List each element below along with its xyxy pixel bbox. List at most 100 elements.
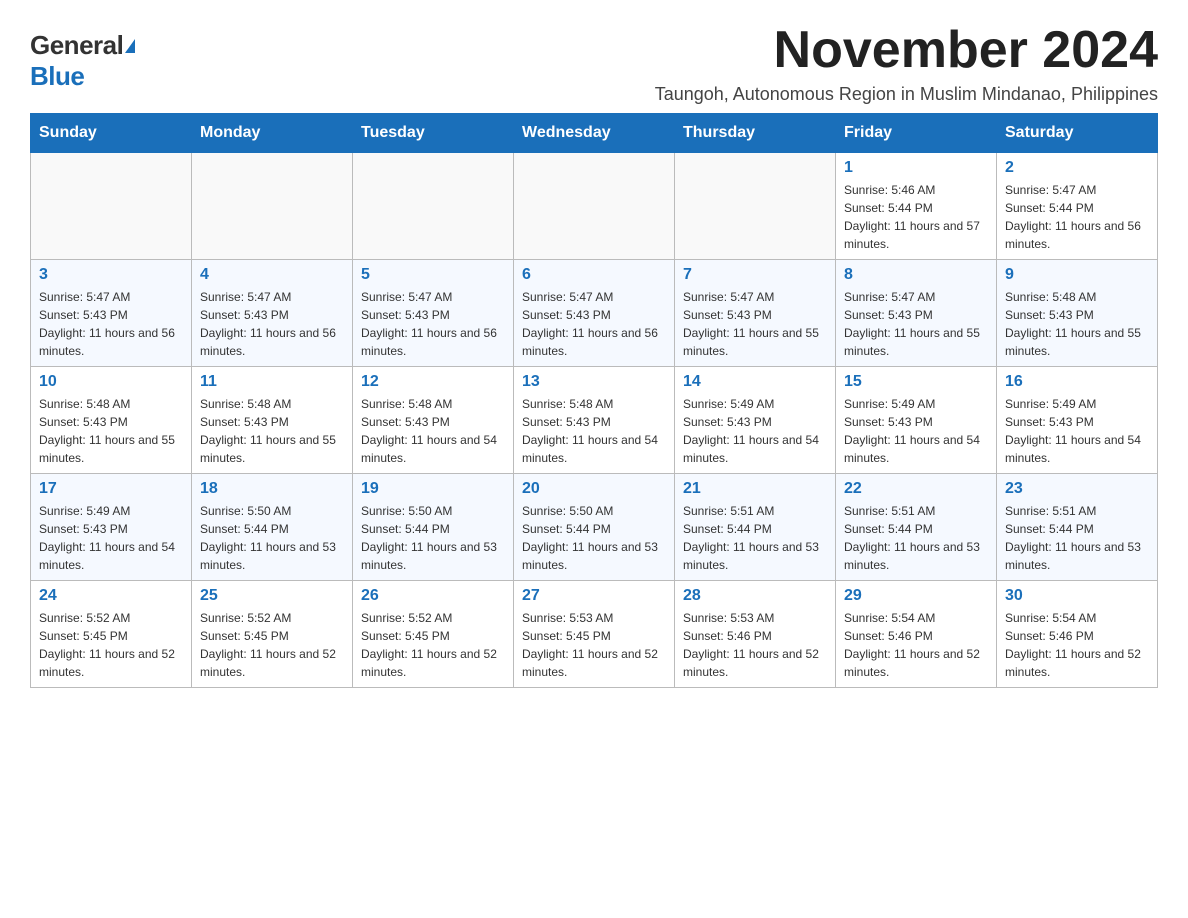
day-number-30: 30	[1005, 587, 1149, 605]
day-number-3: 3	[39, 266, 183, 284]
day-number-2: 2	[1005, 159, 1149, 177]
day-info-14: Sunrise: 5:49 AM Sunset: 5:43 PM Dayligh…	[683, 395, 827, 467]
day-number-27: 27	[522, 587, 666, 605]
calendar-cell-w2-d5: 7 Sunrise: 5:47 AM Sunset: 5:43 PM Daylig…	[675, 260, 836, 367]
header-sunday: Sunday	[31, 114, 192, 153]
header-saturday: Saturday	[997, 114, 1158, 153]
day-info-30: Sunrise: 5:54 AM Sunset: 5:46 PM Dayligh…	[1005, 609, 1149, 681]
calendar-body: 1 Sunrise: 5:46 AM Sunset: 5:44 PM Daylig…	[31, 153, 1158, 688]
day-info-16: Sunrise: 5:49 AM Sunset: 5:43 PM Dayligh…	[1005, 395, 1149, 467]
calendar-cell-w1-d7: 2 Sunrise: 5:47 AM Sunset: 5:44 PM Daylig…	[997, 153, 1158, 260]
day-info-27: Sunrise: 5:53 AM Sunset: 5:45 PM Dayligh…	[522, 609, 666, 681]
logo-general-text: General	[30, 30, 123, 61]
calendar-cell-w3-d4: 13 Sunrise: 5:48 AM Sunset: 5:43 PM Dayli…	[514, 367, 675, 474]
day-number-21: 21	[683, 480, 827, 498]
day-number-6: 6	[522, 266, 666, 284]
calendar-cell-w3-d5: 14 Sunrise: 5:49 AM Sunset: 5:43 PM Dayli…	[675, 367, 836, 474]
day-number-5: 5	[361, 266, 505, 284]
day-number-12: 12	[361, 373, 505, 391]
day-info-13: Sunrise: 5:48 AM Sunset: 5:43 PM Dayligh…	[522, 395, 666, 467]
calendar-cell-w4-d5: 21Sunrise: 5:51 AM Sunset: 5:44 PM Dayli…	[675, 474, 836, 581]
day-number-20: 20	[522, 480, 666, 498]
day-number-25: 25	[200, 587, 344, 605]
calendar-cell-w4-d3: 19Sunrise: 5:50 AM Sunset: 5:44 PM Dayli…	[353, 474, 514, 581]
location-subtitle: Taungoh, Autonomous Region in Muslim Min…	[655, 84, 1158, 105]
day-number-7: 7	[683, 266, 827, 284]
calendar-cell-w5-d5: 28 Sunrise: 5:53 AM Sunset: 5:46 PM Dayli…	[675, 581, 836, 688]
day-info-12: Sunrise: 5:48 AM Sunset: 5:43 PM Dayligh…	[361, 395, 505, 467]
day-number-28: 28	[683, 587, 827, 605]
day-number-16: 16	[1005, 373, 1149, 391]
day-number-19: 19	[361, 480, 505, 498]
calendar-cell-w5-d4: 27 Sunrise: 5:53 AM Sunset: 5:45 PM Dayli…	[514, 581, 675, 688]
day-info-15: Sunrise: 5:49 AM Sunset: 5:43 PM Dayligh…	[844, 395, 988, 467]
day-info-3: Sunrise: 5:47 AM Sunset: 5:43 PM Dayligh…	[39, 288, 183, 360]
calendar-cell-w4-d2: 18 Sunrise: 5:50 AM Sunset: 5:44 PM Dayli…	[192, 474, 353, 581]
day-info-10: Sunrise: 5:48 AM Sunset: 5:43 PM Dayligh…	[39, 395, 183, 467]
day-info-18: Sunrise: 5:50 AM Sunset: 5:44 PM Dayligh…	[200, 502, 344, 574]
day-info-1: Sunrise: 5:46 AM Sunset: 5:44 PM Dayligh…	[844, 181, 988, 253]
day-number-22: 22	[844, 480, 988, 498]
calendar-cell-w3-d2: 11 Sunrise: 5:48 AM Sunset: 5:43 PM Dayli…	[192, 367, 353, 474]
day-number-1: 1	[844, 159, 988, 177]
calendar-cell-w1-d4	[514, 153, 675, 260]
header-row: Sunday Monday Tuesday Wednesday Thursday…	[31, 114, 1158, 153]
day-info-11: Sunrise: 5:48 AM Sunset: 5:43 PM Dayligh…	[200, 395, 344, 467]
header-monday: Monday	[192, 114, 353, 153]
day-number-9: 9	[1005, 266, 1149, 284]
calendar-cell-w2-d1: 3 Sunrise: 5:47 AM Sunset: 5:43 PM Daylig…	[31, 260, 192, 367]
header: General Blue November 2024 Taungoh, Auto…	[30, 20, 1158, 105]
day-info-8: Sunrise: 5:47 AM Sunset: 5:43 PM Dayligh…	[844, 288, 988, 360]
header-thursday: Thursday	[675, 114, 836, 153]
day-info-7: Sunrise: 5:47 AM Sunset: 5:43 PM Dayligh…	[683, 288, 827, 360]
calendar-cell-w4-d4: 20Sunrise: 5:50 AM Sunset: 5:44 PM Dayli…	[514, 474, 675, 581]
calendar-cell-w2-d4: 6 Sunrise: 5:47 AM Sunset: 5:43 PM Daylig…	[514, 260, 675, 367]
calendar-cell-w3-d3: 12 Sunrise: 5:48 AM Sunset: 5:43 PM Dayli…	[353, 367, 514, 474]
header-tuesday: Tuesday	[353, 114, 514, 153]
calendar-cell-w5-d7: 30 Sunrise: 5:54 AM Sunset: 5:46 PM Dayli…	[997, 581, 1158, 688]
week-row-1: 1 Sunrise: 5:46 AM Sunset: 5:44 PM Daylig…	[31, 153, 1158, 260]
day-number-10: 10	[39, 373, 183, 391]
day-info-17: Sunrise: 5:49 AM Sunset: 5:43 PM Dayligh…	[39, 502, 183, 574]
calendar-cell-w1-d3	[353, 153, 514, 260]
calendar-cell-w5-d3: 26Sunrise: 5:52 AM Sunset: 5:45 PM Dayli…	[353, 581, 514, 688]
day-number-24: 24	[39, 587, 183, 605]
day-number-17: 17	[39, 480, 183, 498]
calendar-cell-w5-d1: 24 Sunrise: 5:52 AM Sunset: 5:45 PM Dayli…	[31, 581, 192, 688]
day-info-26: Sunrise: 5:52 AM Sunset: 5:45 PM Dayligh…	[361, 609, 505, 681]
calendar-cell-w5-d6: 29Sunrise: 5:54 AM Sunset: 5:46 PM Dayli…	[836, 581, 997, 688]
header-friday: Friday	[836, 114, 997, 153]
week-row-4: 17 Sunrise: 5:49 AM Sunset: 5:43 PM Dayli…	[31, 474, 1158, 581]
day-info-2: Sunrise: 5:47 AM Sunset: 5:44 PM Dayligh…	[1005, 181, 1149, 253]
day-info-23: Sunrise: 5:51 AM Sunset: 5:44 PM Dayligh…	[1005, 502, 1149, 574]
day-info-6: Sunrise: 5:47 AM Sunset: 5:43 PM Dayligh…	[522, 288, 666, 360]
calendar-cell-w1-d5	[675, 153, 836, 260]
day-number-14: 14	[683, 373, 827, 391]
day-number-18: 18	[200, 480, 344, 498]
day-number-15: 15	[844, 373, 988, 391]
calendar-cell-w2-d6: 8Sunrise: 5:47 AM Sunset: 5:43 PM Daylig…	[836, 260, 997, 367]
calendar-cell-w5-d2: 25 Sunrise: 5:52 AM Sunset: 5:45 PM Dayli…	[192, 581, 353, 688]
day-info-28: Sunrise: 5:53 AM Sunset: 5:46 PM Dayligh…	[683, 609, 827, 681]
title-area: November 2024 Taungoh, Autonomous Region…	[655, 20, 1158, 105]
day-info-24: Sunrise: 5:52 AM Sunset: 5:45 PM Dayligh…	[39, 609, 183, 681]
day-info-22: Sunrise: 5:51 AM Sunset: 5:44 PM Dayligh…	[844, 502, 988, 574]
header-wednesday: Wednesday	[514, 114, 675, 153]
calendar-cell-w3-d1: 10 Sunrise: 5:48 AM Sunset: 5:43 PM Dayli…	[31, 367, 192, 474]
calendar-cell-w1-d1	[31, 153, 192, 260]
calendar-cell-w1-d6: 1 Sunrise: 5:46 AM Sunset: 5:44 PM Daylig…	[836, 153, 997, 260]
day-info-25: Sunrise: 5:52 AM Sunset: 5:45 PM Dayligh…	[200, 609, 344, 681]
logo-blue-text: Blue	[30, 61, 84, 92]
day-number-13: 13	[522, 373, 666, 391]
day-number-11: 11	[200, 373, 344, 391]
calendar-cell-w4-d6: 22 Sunrise: 5:51 AM Sunset: 5:44 PM Dayli…	[836, 474, 997, 581]
day-info-9: Sunrise: 5:48 AM Sunset: 5:43 PM Dayligh…	[1005, 288, 1149, 360]
week-row-2: 3 Sunrise: 5:47 AM Sunset: 5:43 PM Daylig…	[31, 260, 1158, 367]
calendar-cell-w2-d2: 4Sunrise: 5:47 AM Sunset: 5:43 PM Daylig…	[192, 260, 353, 367]
logo-triangle-icon	[125, 39, 135, 53]
month-year-title: November 2024	[655, 20, 1158, 80]
calendar-table: Sunday Monday Tuesday Wednesday Thursday…	[30, 113, 1158, 688]
calendar-cell-w2-d7: 9 Sunrise: 5:48 AM Sunset: 5:43 PM Daylig…	[997, 260, 1158, 367]
day-number-23: 23	[1005, 480, 1149, 498]
calendar-cell-w4-d1: 17 Sunrise: 5:49 AM Sunset: 5:43 PM Dayli…	[31, 474, 192, 581]
